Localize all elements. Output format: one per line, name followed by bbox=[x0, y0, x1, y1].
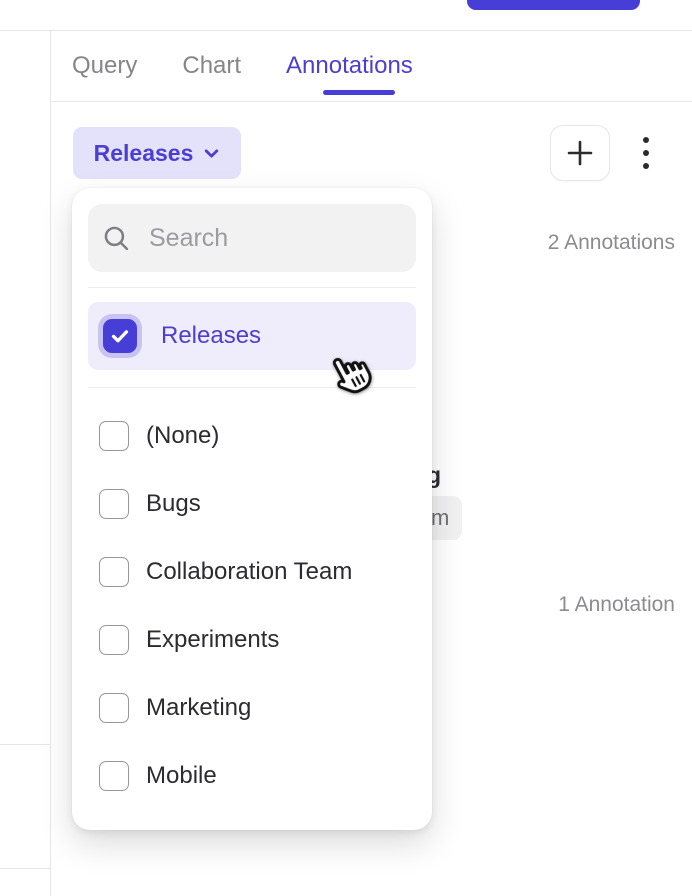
option-label: Experiments bbox=[146, 626, 279, 654]
chevron-down-icon bbox=[203, 145, 220, 162]
option-releases[interactable]: Releases bbox=[88, 302, 416, 370]
left-panel-row-divider bbox=[0, 868, 50, 869]
dropdown-divider bbox=[88, 387, 416, 388]
chip-label: m bbox=[431, 505, 449, 531]
option-label: Collaboration Team bbox=[146, 558, 352, 586]
tab-query[interactable]: Query bbox=[72, 52, 137, 80]
checkbox-unchecked-icon[interactable] bbox=[99, 761, 129, 791]
option-label: Releases bbox=[161, 322, 261, 350]
option-none[interactable]: (None) bbox=[72, 402, 432, 470]
active-tab-indicator bbox=[323, 90, 395, 95]
more-options-icon[interactable] bbox=[632, 128, 660, 178]
option-bugs[interactable]: Bugs bbox=[72, 470, 432, 538]
dropdown-option-list: (None) Bugs Collaboration Team Experimen… bbox=[72, 402, 432, 810]
sidebar-border bbox=[50, 30, 51, 896]
tabbar-divider bbox=[50, 101, 692, 102]
checkbox-unchecked-icon[interactable] bbox=[99, 557, 129, 587]
option-label: Bugs bbox=[146, 490, 201, 518]
checkbox-unchecked-icon[interactable] bbox=[99, 489, 129, 519]
checkbox-unchecked-icon[interactable] bbox=[99, 625, 129, 655]
left-panel-row-divider bbox=[0, 744, 50, 745]
releases-filter-dropdown-panel: Releases (None) Bugs Collaboration Team … bbox=[72, 188, 432, 830]
filter-label: Releases bbox=[94, 140, 194, 167]
search-input[interactable] bbox=[149, 224, 402, 253]
add-annotation-button[interactable] bbox=[550, 125, 610, 181]
option-mobile[interactable]: Mobile bbox=[72, 742, 432, 810]
annotation-group-count: 1 Annotation bbox=[558, 593, 675, 617]
releases-filter-dropdown-button[interactable]: Releases bbox=[73, 127, 241, 179]
primary-action-button[interactable] bbox=[467, 0, 640, 10]
option-label: Mobile bbox=[146, 762, 217, 790]
checkbox-unchecked-icon[interactable] bbox=[99, 693, 129, 723]
tab-annotations[interactable]: Annotations bbox=[286, 52, 413, 80]
option-collaboration-team[interactable]: Collaboration Team bbox=[72, 538, 432, 606]
option-label: Marketing bbox=[146, 694, 251, 722]
checkbox-unchecked-icon[interactable] bbox=[99, 421, 129, 451]
dropdown-divider bbox=[88, 287, 416, 288]
dropdown-search-box bbox=[88, 204, 416, 272]
option-label: (None) bbox=[146, 422, 219, 450]
checkbox-checked-icon[interactable] bbox=[103, 319, 137, 353]
search-icon bbox=[102, 224, 131, 253]
option-experiments[interactable]: Experiments bbox=[72, 606, 432, 674]
annotation-group-count: 2 Annotations bbox=[548, 231, 675, 255]
plus-icon bbox=[565, 138, 595, 168]
tab-chart[interactable]: Chart bbox=[182, 52, 241, 80]
option-marketing[interactable]: Marketing bbox=[72, 674, 432, 742]
